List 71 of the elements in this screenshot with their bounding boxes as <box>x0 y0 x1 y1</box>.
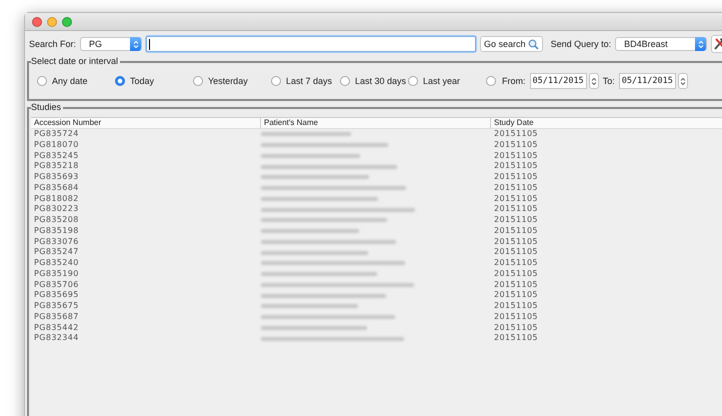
study-date-cell-text: 20151105 <box>493 247 539 258</box>
accession-cell-text: PG833076 <box>33 236 80 248</box>
study-date-cell-text: 20151105 <box>493 194 539 204</box>
study-date-cell-text: 20151105 <box>493 280 539 290</box>
zoom-button[interactable] <box>62 16 72 26</box>
from-label: From: <box>502 76 526 86</box>
accession-cell-text: PG835693 <box>33 172 80 183</box>
study-date-cell-text: 20151105 <box>493 322 539 334</box>
accession-cell-text: PG835198 <box>33 226 80 236</box>
search-field[interactable] <box>146 36 476 52</box>
destination-dropdown[interactable]: BD4Breast <box>615 37 708 51</box>
study-date-cell-text: 20151105 <box>493 129 539 140</box>
to-date-field[interactable]: 05/11/2015 <box>618 73 676 89</box>
accession-cell-text: PG835442 <box>33 322 80 334</box>
study-date-cell-text: 20151105 <box>493 236 539 248</box>
study-date-cell-text: 20151105 <box>493 182 539 194</box>
minimize-button[interactable] <box>47 16 57 26</box>
search-type-dropdown[interactable]: PG <box>80 37 142 51</box>
study-date-cell-text: 20151105 <box>493 312 539 322</box>
study-date-cell-text: 20151105 <box>493 301 539 312</box>
study-date-cell-text: 20151105 <box>493 215 539 226</box>
from-date-stepper[interactable] <box>588 73 599 89</box>
date-radio-option[interactable]: Last year <box>408 76 486 86</box>
accession-cell-text: PG835218 <box>33 161 80 172</box>
study-date-cell-text: 20151105 <box>493 204 539 215</box>
study-date-cell-text: 20151105 <box>493 150 539 162</box>
search-icon <box>528 38 539 50</box>
study-date-cell-text: 20151105 <box>493 258 539 269</box>
accession-cell-text: PG818082 <box>33 194 80 204</box>
accession-cell-text: PG835695 <box>33 290 80 301</box>
search-for-label: Search For: <box>29 39 76 49</box>
date-group-title: Select date or interval <box>31 56 120 67</box>
accession-cell-text: PG832344 <box>33 333 80 344</box>
study-date-cell-text: 20151105 <box>493 333 539 344</box>
study-date-cell-text: 20151105 <box>493 161 539 172</box>
accession-cell-text: PG835208 <box>33 215 80 226</box>
date-radio-option[interactable]: Today <box>115 76 193 86</box>
up-down-arrows-icon <box>698 40 704 48</box>
close-button[interactable] <box>32 16 42 26</box>
accession-cell-text: PG835684 <box>33 182 80 194</box>
accession-cell-text: PG835687 <box>33 312 80 322</box>
to-label: To: <box>602 76 615 86</box>
date-radio-option[interactable]: Yesterday <box>193 76 271 86</box>
study-date-cell-text: 20151105 <box>493 226 539 236</box>
up-down-arrows-icon <box>132 40 139 48</box>
date-radio-option[interactable]: Any date <box>37 76 115 86</box>
column-header[interactable]: Accession Number <box>31 118 261 129</box>
accession-cell-text: PG835190 <box>33 268 80 280</box>
studies-group-title: Studies <box>31 102 64 113</box>
study-date-cell-text: 20151105 <box>493 172 539 183</box>
study-date-cell-text: 20151105 <box>493 268 539 280</box>
go-search-button[interactable]: Go search <box>480 36 543 52</box>
column-header[interactable]: Study Date <box>491 118 722 129</box>
accession-cell-text: PG835675 <box>33 301 80 312</box>
column-header[interactable]: Patient's Name <box>261 118 491 129</box>
from-date-field[interactable]: 05/11/2015 <box>530 73 587 89</box>
to-date-stepper[interactable] <box>678 73 688 89</box>
accession-cell-text: PG835245 <box>33 150 80 162</box>
date-radio-option[interactable]: Last 7 days <box>271 76 340 86</box>
accession-cell-text: PG818070 <box>33 140 80 150</box>
up-down-arrows-icon <box>590 76 597 86</box>
send-query-label: Send Query to: <box>550 39 612 49</box>
study-date-cell-text: 20151105 <box>493 290 539 301</box>
accession-cell-text: PG835247 <box>33 247 80 258</box>
study-date-cell-text: 20151105 <box>493 140 539 150</box>
accession-cell-text: PG835240 <box>33 258 80 269</box>
up-down-arrows-icon <box>680 76 686 86</box>
accession-cell-text: PG830223 <box>33 204 80 215</box>
accession-cell-text: PG835724 <box>33 129 80 140</box>
accession-cell-text: PG835706 <box>33 280 80 290</box>
date-radio-option[interactable]: Last 30 days <box>340 76 408 86</box>
